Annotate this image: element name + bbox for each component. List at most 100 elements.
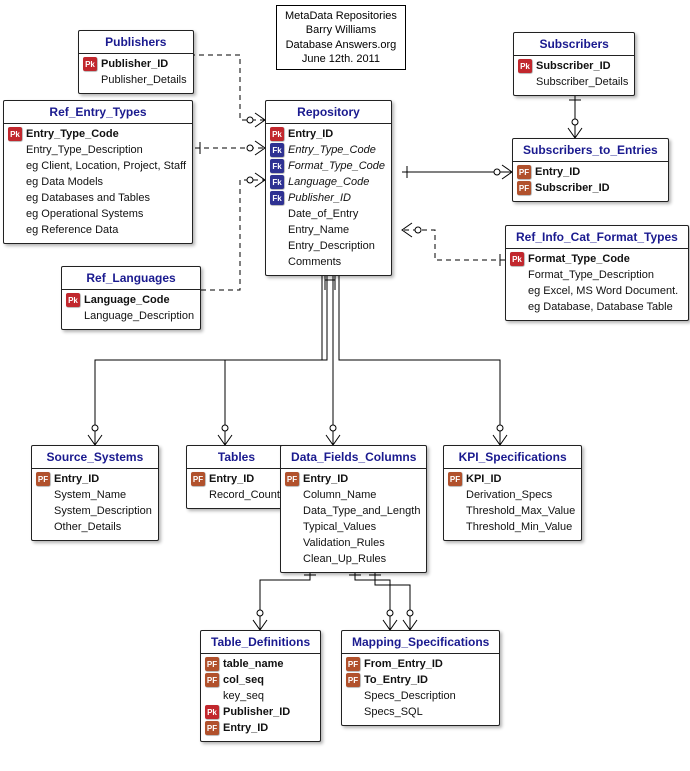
- entity-row: FkPublisher_ID: [270, 190, 385, 206]
- field-label: Format_Type_Description: [528, 269, 654, 281]
- pk-fk-icon: PF: [285, 472, 299, 486]
- entity-publishers: Publishers Pk Publisher_ID Publisher_Detail…: [78, 30, 194, 94]
- entity-row: Pk Publisher_ID: [83, 56, 187, 72]
- entity-row: Entry_Type_Description: [8, 142, 186, 158]
- entity-row: Typical_Values: [285, 519, 420, 535]
- field-label: Format_Type_Code: [288, 160, 385, 172]
- field-label: Record_Count: [209, 489, 280, 501]
- entity-body: PkLanguage_CodeLanguage_Description: [62, 290, 200, 329]
- entity-header: KPI_Specifications: [444, 446, 581, 469]
- foreign-key-icon: Fk: [270, 143, 284, 157]
- entity-subscribers-to-entries: Subscribers_to_EntriesPFEntry_IDPFSubscr…: [512, 138, 669, 202]
- pk-fk-icon: PF: [205, 673, 219, 687]
- field-label: From_Entry_ID: [364, 658, 443, 670]
- entity-header: Repository: [266, 101, 391, 124]
- entity-row: Entry_Description: [270, 238, 385, 254]
- pk-fk-icon: PF: [205, 721, 219, 735]
- entity-row: Publisher_Details: [83, 72, 187, 88]
- entity-row: eg Reference Data: [8, 222, 186, 238]
- field-label: Subscriber_Details: [536, 76, 628, 88]
- field-label: Publisher_ID: [288, 192, 351, 204]
- entity-row: PkFormat_Type_Code: [510, 251, 682, 267]
- entity-tables: Tables PFEntry_ID Record_Count: [186, 445, 287, 509]
- entity-body: PFEntry_IDPFSubscriber_ID: [513, 162, 668, 201]
- pk-fk-icon: PF: [346, 673, 360, 687]
- field-label: Subscriber_ID: [536, 60, 611, 72]
- field-label: Column_Name: [303, 489, 376, 501]
- entity-body: Pk Publisher_ID Publisher_Details: [79, 54, 193, 93]
- field-label: Entry_ID: [209, 473, 254, 485]
- entity-row: eg Client, Location, Project, Staff: [8, 158, 186, 174]
- field-label: Entry_ID: [288, 128, 333, 140]
- field-label: Entry_Description: [288, 240, 375, 252]
- title-line: Database Answers.org: [285, 38, 397, 52]
- entity-table-definitions: Table_DefinitionsPFtable_namePFcol_seqke…: [200, 630, 321, 742]
- entity-row: PFEntry_ID: [517, 164, 662, 180]
- field-label: Entry_ID: [303, 473, 348, 485]
- field-label: System_Description: [54, 505, 152, 517]
- field-label: eg Data Models: [26, 176, 103, 188]
- entity-row: Specs_SQL: [346, 704, 493, 720]
- entity-row: PkEntry_ID: [270, 126, 385, 142]
- primary-key-icon: Pk: [8, 127, 22, 141]
- field-label: Validation_Rules: [303, 537, 385, 549]
- entity-row: PFEntry_ID: [36, 471, 152, 487]
- entity-row: PF Entry_ID: [205, 720, 314, 736]
- entity-row: Record_Count: [191, 487, 280, 503]
- entity-row: Threshold_Max_Value: [448, 503, 575, 519]
- entity-row: FkLanguage_Code: [270, 174, 385, 190]
- entity-row: PFtable_name: [205, 656, 314, 672]
- entity-body: PFFrom_Entry_IDPFTo_Entry_IDSpecs_Descri…: [342, 654, 499, 725]
- field-label: Language_Code: [84, 294, 170, 306]
- entity-row: System_Description: [36, 503, 152, 519]
- primary-key-icon: Pk: [205, 705, 219, 719]
- entity-ref-languages: Ref_LanguagesPkLanguage_CodeLanguage_Des…: [61, 266, 201, 330]
- entity-body: PkFormat_Type_Code Format_Type_Descriptio…: [506, 249, 688, 320]
- entity-row: PFEntry_ID: [191, 471, 280, 487]
- entity-row: Date_of_Entry: [270, 206, 385, 222]
- field-label: Clean_Up_Rules: [303, 553, 386, 565]
- field-label: Typical_Values: [303, 521, 376, 533]
- entity-row: System_Name: [36, 487, 152, 503]
- field-label: Entry_ID: [535, 166, 580, 178]
- primary-key-icon: Pk: [83, 57, 97, 71]
- entity-header: Ref_Info_Cat_Format_Types: [506, 226, 688, 249]
- field-label: Data_Type_and_Length: [303, 505, 420, 517]
- field-label: Comments: [288, 256, 341, 268]
- entity-body: PF Entry_ID Column_Name Data_Type_and_Lengt…: [281, 469, 426, 572]
- entity-row: eg Database, Database Table: [510, 299, 682, 315]
- diagram-title-box: MetaData Repositories Barry Williams Dat…: [276, 5, 406, 70]
- field-label: Language_Description: [84, 310, 194, 322]
- field-label: Entry_Type_Description: [26, 144, 143, 156]
- field-label: Entry_ID: [54, 473, 99, 485]
- pk-fk-icon: PF: [517, 181, 531, 195]
- entity-row: Specs_Description: [346, 688, 493, 704]
- entity-header: Tables: [187, 446, 286, 469]
- entity-row: Comments: [270, 254, 385, 270]
- primary-key-icon: Pk: [510, 252, 524, 266]
- field-label: Publisher_Details: [101, 74, 187, 86]
- field-label: Threshold_Max_Value: [466, 505, 575, 517]
- pk-fk-icon: PF: [448, 472, 462, 486]
- field-label: Publisher_ID: [223, 706, 290, 718]
- entity-row: PkEntry_Type_Code: [8, 126, 186, 142]
- entity-row: Validation_Rules: [285, 535, 420, 551]
- field-label: Threshold_Min_Value: [466, 521, 572, 533]
- pk-fk-icon: PF: [346, 657, 360, 671]
- field-label: Publisher_ID: [101, 58, 168, 70]
- entity-ref-entry-types: Ref_Entry_TypesPkEntry_Type_CodeEntry_Ty…: [3, 100, 193, 244]
- entity-body: PFKPI_IDDerivation_SpecsThreshold_Max_Va…: [444, 469, 581, 540]
- entity-row: eg Operational Systems: [8, 206, 186, 222]
- entity-row: Threshold_Min_Value: [448, 519, 575, 535]
- pk-fk-icon: PF: [205, 657, 219, 671]
- entity-row: PFcol_seq: [205, 672, 314, 688]
- entity-subscribers: SubscribersPkSubscriber_IDSubscriber_Det…: [513, 32, 635, 96]
- entity-source-systems: Source_SystemsPFEntry_IDSystem_NameSyste…: [31, 445, 159, 541]
- entity-row: eg Databases and Tables: [8, 190, 186, 206]
- field-label: Entry_ID: [223, 722, 268, 734]
- field-label: eg Databases and Tables: [26, 192, 150, 204]
- entity-header: Ref_Languages: [62, 267, 200, 290]
- field-label: Language_Code: [288, 176, 369, 188]
- entity-row: PF From_Entry_ID: [346, 656, 493, 672]
- entity-header: Publishers: [79, 31, 193, 54]
